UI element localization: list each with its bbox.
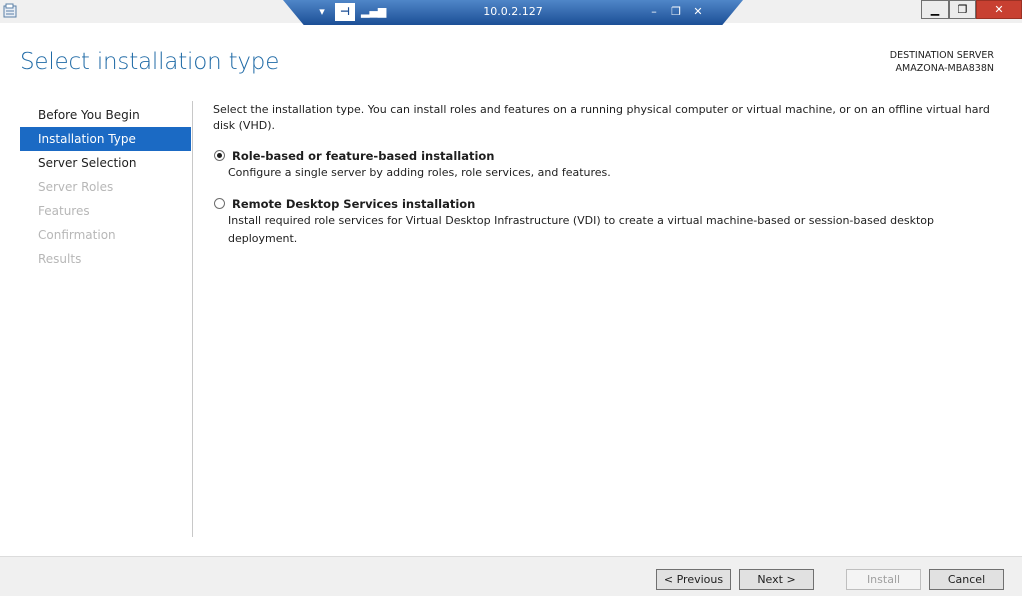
wizard-steps-nav: Before You Begin Installation Type Serve… [20,103,191,271]
title-bar: ▾ ⊣ ▂▄▆ 10.0.2.127 – ❐ ✕ ▁ ❐ ✕ [0,0,1022,25]
role-based-radio[interactable] [214,150,225,161]
cancel-button[interactable]: Cancel [929,569,1004,590]
rdp-minimize-icon[interactable]: – [647,3,661,21]
option-description: Install required role services for Virtu… [228,214,934,245]
main-content: Select the installation type. You can in… [213,102,1003,248]
option-title[interactable]: Remote Desktop Services installation [213,196,1003,212]
nav-item-confirmation: Confirmation [38,228,116,242]
previous-button[interactable]: < Previous [656,569,731,590]
remote-connection-bar: ▾ ⊣ ▂▄▆ 10.0.2.127 – ❐ ✕ [283,0,743,25]
nav-item-server-selection[interactable]: Server Selection [20,151,191,175]
maximize-button[interactable]: ❐ [949,0,976,19]
nav-item-features: Features [38,204,90,218]
nav-divider [192,101,193,537]
rdp-restore-icon[interactable]: ❐ [669,3,683,21]
option-description: Configure a single server by adding role… [228,166,611,179]
destination-server: DESTINATION SERVER AMAZONA-MBA838N [890,49,994,75]
next-button[interactable]: Next > [739,569,814,590]
install-button: Install [846,569,921,590]
wizard-footer: < Previous Next > Install Cancel [0,556,1022,596]
close-button[interactable]: ✕ [976,0,1022,19]
rdp-close-icon[interactable]: ✕ [691,3,705,21]
minimize-button[interactable]: ▁ [921,0,949,19]
intro-text: Select the installation type. You can in… [213,103,990,132]
destination-value: AMAZONA-MBA838N [895,63,994,74]
nav-item-before-you-begin[interactable]: Before You Begin [20,103,191,127]
server-manager-icon[interactable] [3,3,19,19]
nav-item-results: Results [38,252,82,266]
page-title: Select installation type [20,49,280,75]
nav-item-server-roles: Server Roles [38,180,114,194]
nav-item-installation-type[interactable]: Installation Type [20,127,191,151]
destination-label: DESTINATION SERVER [889,50,994,61]
remote-desktop-radio[interactable] [214,198,225,209]
option-role-based[interactable]: Role-based or feature-based installation… [213,148,1003,182]
option-title[interactable]: Role-based or feature-based installation [213,148,1003,164]
option-remote-desktop[interactable]: Remote Desktop Services installation Ins… [213,196,1003,248]
